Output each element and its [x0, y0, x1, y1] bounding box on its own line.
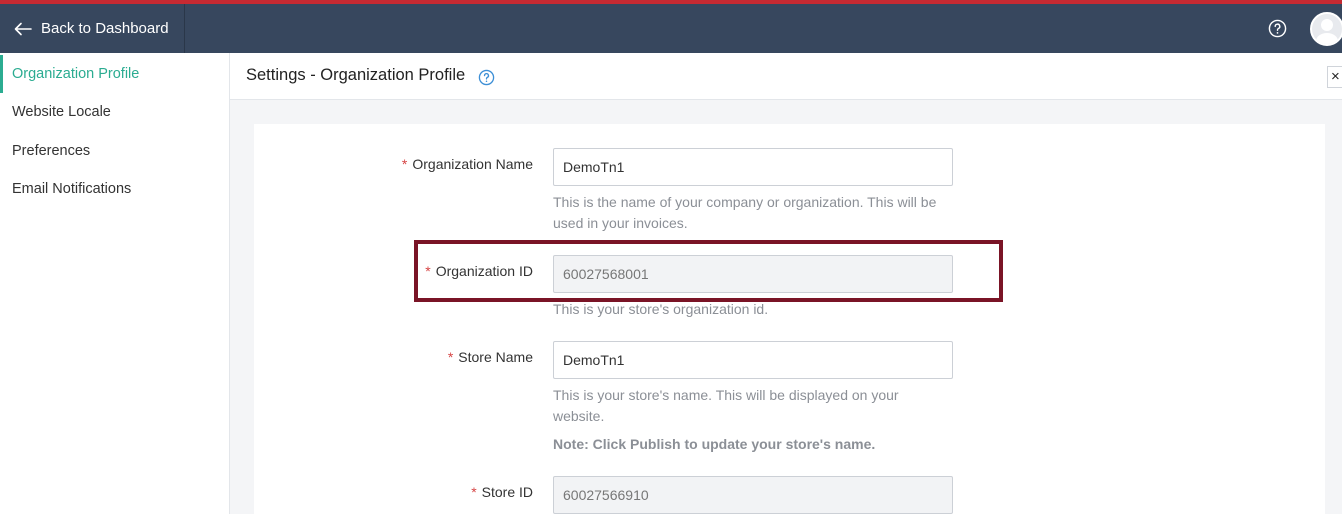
store-name-hint: This is your store's name. This will be … [553, 387, 899, 424]
close-icon: × [1331, 68, 1340, 85]
user-avatar[interactable] [1310, 12, 1342, 46]
help-circle-icon[interactable] [1268, 19, 1287, 38]
sidebar-item-label: Email Notifications [12, 181, 132, 197]
content-header: Settings - Organization Profile × [230, 53, 1342, 100]
store-name-label: * Store Name [447, 349, 533, 365]
sidebar-item-email-notifications[interactable]: Email Notifications [0, 170, 229, 208]
close-button[interactable]: × [1327, 66, 1342, 88]
page-title: Settings - Organization Profile [246, 66, 466, 84]
required-marker: * [401, 156, 408, 172]
organization-name-label: * Organization Name [401, 156, 533, 172]
store-id-label: * Store ID [471, 484, 533, 500]
sidebar-item-label: Website Locale [12, 104, 111, 120]
store-id-input[interactable] [553, 476, 953, 514]
highlight-box [414, 240, 1003, 302]
required-marker: * [447, 349, 454, 365]
sidebar-item-preferences[interactable]: Preferences [0, 132, 229, 170]
arrow-left-icon [14, 22, 32, 35]
settings-sidebar: Organization Profile Website Locale Pref… [0, 53, 230, 514]
required-marker: * [471, 484, 477, 500]
main-content: Settings - Organization Profile × * Organ… [230, 53, 1342, 514]
back-to-dashboard-label: Back to Dashboard [41, 20, 169, 37]
sidebar-item-website-locale[interactable]: Website Locale [0, 93, 229, 131]
organization-id-hint: This is your store's organization id. [553, 301, 769, 317]
top-navigation-bar: Back to Dashboard [0, 4, 1342, 53]
help-circle-icon[interactable] [478, 69, 495, 86]
sidebar-item-label: Preferences [12, 143, 91, 159]
organization-profile-form: *Organization Name This is the name of y… [254, 124, 1325, 514]
store-name-note: Note: Click Publish to update your store… [553, 436, 876, 452]
organization-name-input[interactable] [553, 148, 953, 186]
back-to-dashboard-button[interactable]: Back to Dashboard [0, 4, 185, 53]
sidebar-item-label: Organization Profile [12, 66, 140, 82]
sidebar-item-organization-profile[interactable]: Organization Profile [0, 55, 229, 93]
organization-name-hint: This is the name of your company or orga… [553, 194, 937, 231]
store-name-input[interactable] [553, 341, 953, 379]
user-avatar-icon [1312, 14, 1342, 44]
